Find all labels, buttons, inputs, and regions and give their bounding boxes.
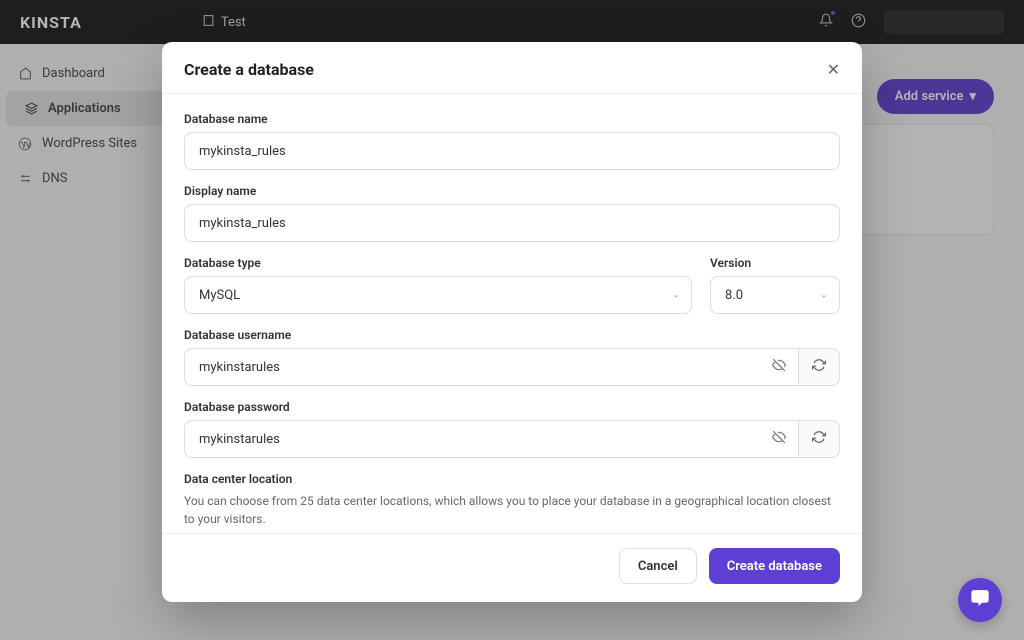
label-data-center: Data center location xyxy=(184,472,840,486)
database-username-input[interactable] xyxy=(184,348,798,386)
create-database-button[interactable]: Create database xyxy=(709,548,840,584)
label-database-name: Database name xyxy=(184,112,840,126)
label-database-type: Database type xyxy=(184,256,692,270)
create-database-modal: Create a database ✕ Database name Displa… xyxy=(162,42,862,602)
database-password-input[interactable] xyxy=(184,420,798,458)
label-version: Version xyxy=(710,256,840,270)
label-display-name: Display name xyxy=(184,184,840,198)
chat-icon xyxy=(969,587,991,614)
regenerate-username-button[interactable] xyxy=(798,348,840,386)
display-name-input[interactable] xyxy=(184,204,840,242)
eye-off-icon[interactable] xyxy=(772,358,786,376)
version-select[interactable] xyxy=(710,276,840,314)
label-database-password: Database password xyxy=(184,400,840,414)
chat-launcher[interactable] xyxy=(958,578,1002,622)
close-icon: ✕ xyxy=(827,60,840,79)
database-name-input[interactable] xyxy=(184,132,840,170)
label-database-username: Database username xyxy=(184,328,840,342)
modal-overlay: Create a database ✕ Database name Displa… xyxy=(0,0,1024,640)
refresh-icon xyxy=(812,358,826,376)
close-button[interactable]: ✕ xyxy=(827,60,840,79)
regenerate-password-button[interactable] xyxy=(798,420,840,458)
eye-off-icon[interactable] xyxy=(772,430,786,448)
modal-title: Create a database xyxy=(184,60,314,79)
database-type-select[interactable] xyxy=(184,276,692,314)
help-data-center: You can choose from 25 data center locat… xyxy=(184,492,840,528)
refresh-icon xyxy=(812,430,826,448)
cancel-button[interactable]: Cancel xyxy=(619,548,697,584)
